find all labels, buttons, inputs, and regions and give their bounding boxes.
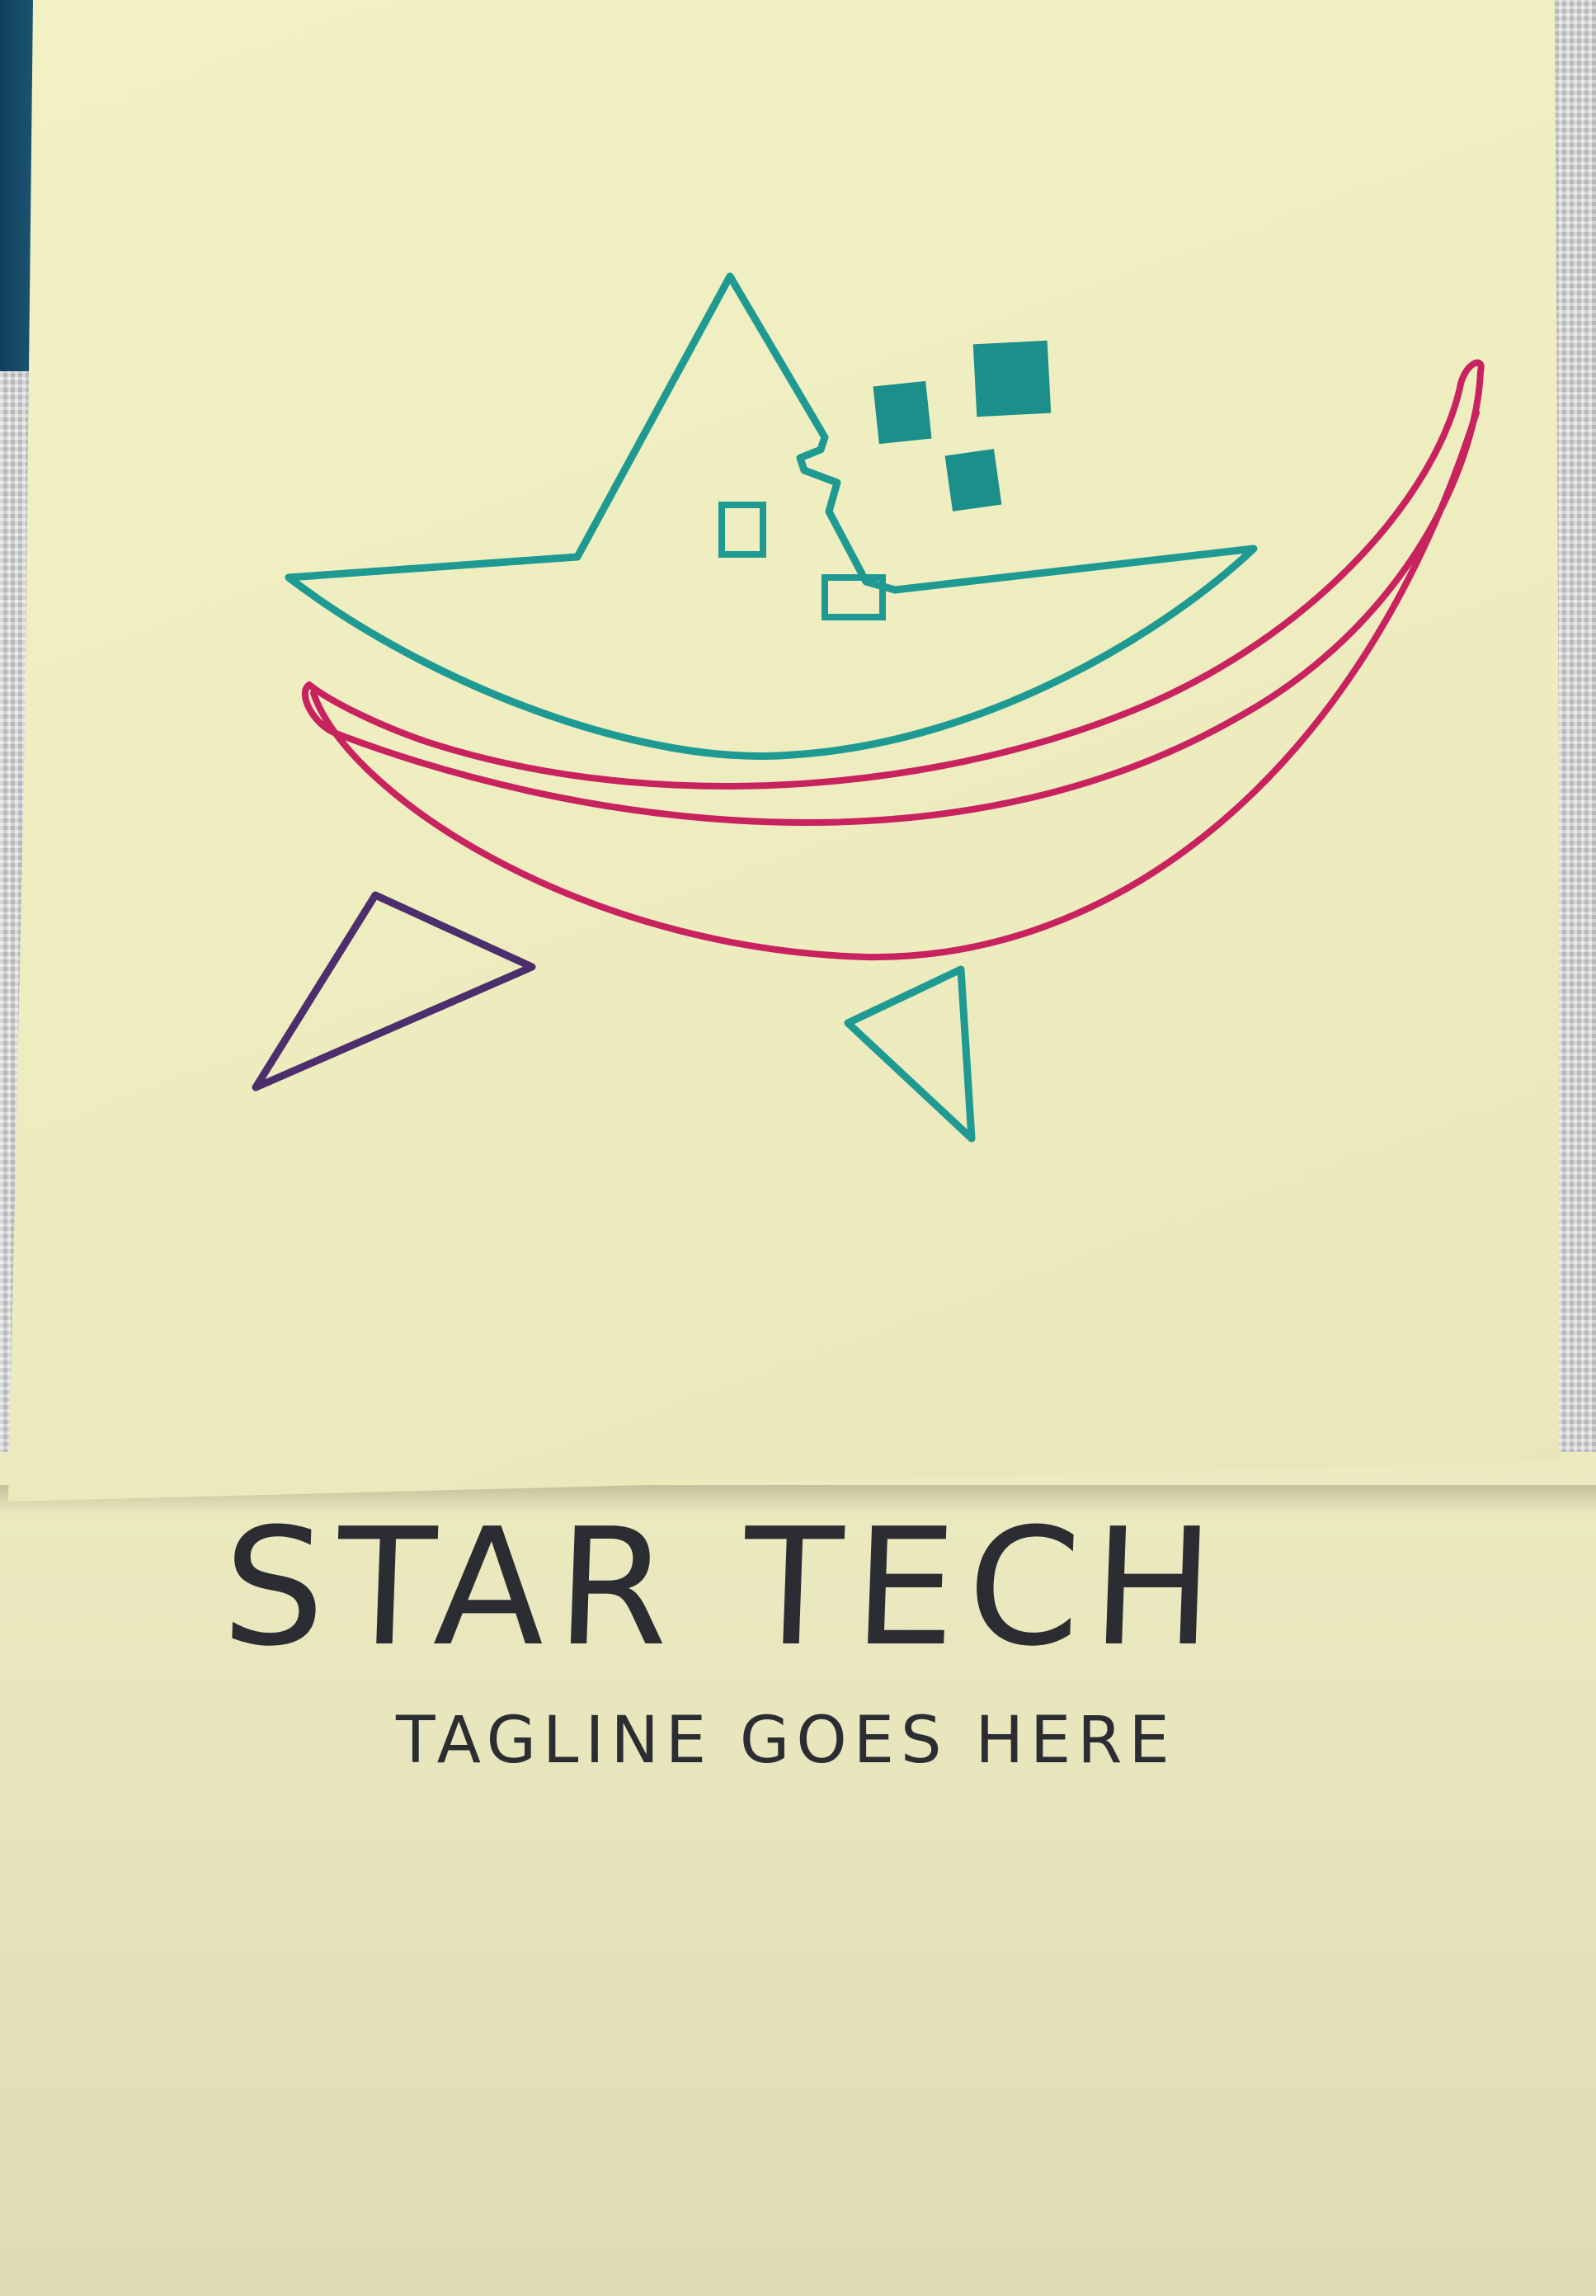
outlined-square <box>718 502 766 558</box>
purple-triangle <box>252 891 536 1091</box>
teal-triangle <box>844 965 976 1143</box>
filled-square <box>873 380 932 445</box>
filled-square <box>944 449 1002 512</box>
crescent-inner-line <box>310 409 1480 961</box>
logo-sketch <box>252 272 1485 1143</box>
tagline-text: TAGLINE GOES HERE <box>396 1704 1176 1778</box>
filled-square <box>972 340 1052 417</box>
star-outline <box>285 272 1258 760</box>
brand-name: STAR TECH <box>219 1494 1229 1682</box>
